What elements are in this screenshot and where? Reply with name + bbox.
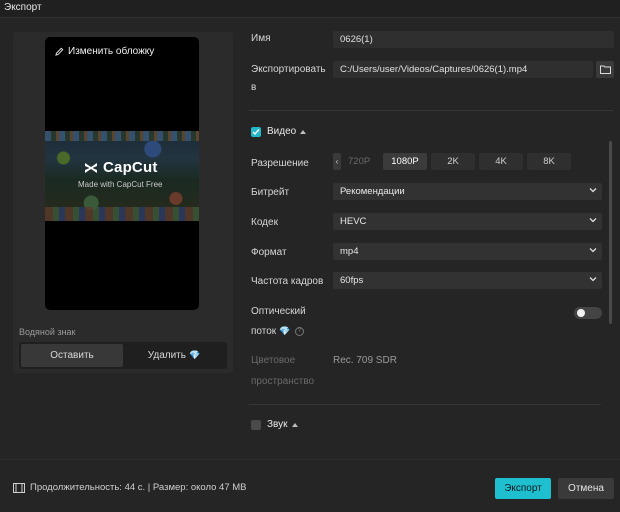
audio-section-title: Звук bbox=[267, 419, 288, 430]
window-title: Экспорт bbox=[4, 2, 42, 13]
capcut-logo-icon bbox=[85, 162, 97, 173]
divider-top bbox=[249, 110, 613, 111]
colorspace-label-line1: Цветовое bbox=[251, 355, 296, 366]
video-section-title: Видео bbox=[267, 126, 297, 137]
fps-value: 60fps bbox=[340, 275, 364, 286]
duration-size-text: Продолжительность: 44 с. | Размер: около… bbox=[30, 482, 247, 493]
optical-flow-label-text: поток bbox=[251, 326, 277, 337]
colorspace-value: Rec. 709 SDR bbox=[333, 355, 397, 366]
video-thumbnail: CapCut Made with CapCut Free bbox=[45, 131, 199, 221]
export-dialog: Изменить обложку CapCut Made with CapCut… bbox=[0, 17, 620, 512]
thumbnail-bottom-strip bbox=[45, 207, 199, 221]
export-to-label-line1: Экспортировать bbox=[251, 64, 326, 75]
change-cover-button[interactable]: Изменить обложку bbox=[55, 46, 154, 57]
premium-gem-icon: 💎 bbox=[278, 326, 291, 336]
chevron-down-icon bbox=[589, 218, 597, 223]
folder-icon bbox=[599, 65, 611, 74]
browse-folder-button[interactable] bbox=[596, 61, 614, 78]
resolution-selector: ‹ 720P 1080P 2K 4K 8K bbox=[333, 153, 571, 170]
resolution-4k[interactable]: 4K bbox=[479, 153, 523, 170]
watermark-toggle: Оставить Удалить 💎 bbox=[19, 342, 227, 369]
export-path-input[interactable]: C:/Users/user/Videos/Captures/0626(1).mp… bbox=[333, 61, 593, 78]
collapse-caret-icon bbox=[300, 129, 307, 134]
preview-panel: Изменить обложку CapCut Made with CapCut… bbox=[13, 32, 233, 373]
thumbnail-top-strip bbox=[45, 131, 199, 141]
info-icon[interactable]: ? bbox=[294, 326, 304, 336]
toggle-knob bbox=[577, 309, 585, 317]
film-icon bbox=[13, 482, 25, 493]
remove-watermark-label: Удалить bbox=[147, 350, 186, 361]
title-bar: Экспорт bbox=[0, 0, 620, 17]
collapse-caret-icon bbox=[291, 422, 298, 427]
capcut-watermark: CapCut bbox=[83, 159, 158, 176]
audio-section-header[interactable]: Звук bbox=[267, 419, 298, 430]
chevron-down-icon bbox=[589, 248, 597, 253]
divider-audio bbox=[249, 404, 601, 405]
codec-value: HEVC bbox=[340, 216, 367, 227]
resolution-720p[interactable]: 720P bbox=[345, 153, 379, 170]
check-icon bbox=[252, 129, 260, 136]
codec-label: Кодек bbox=[251, 217, 278, 228]
chevron-down-icon bbox=[589, 277, 597, 282]
colorspace-label-line2: пространство bbox=[251, 376, 315, 387]
video-section-header[interactable]: Видео bbox=[267, 126, 307, 137]
watermark-label: Водяной знак bbox=[19, 327, 76, 337]
optical-flow-label-line2: поток 💎 ? bbox=[251, 324, 304, 339]
export-to-label-line2: в bbox=[251, 82, 257, 93]
resolution-scroll-left-icon[interactable]: ‹ bbox=[333, 153, 341, 170]
premium-gem-icon: 💎 bbox=[188, 350, 201, 360]
optical-flow-toggle[interactable] bbox=[574, 307, 602, 319]
format-select[interactable]: mp4 bbox=[333, 243, 602, 260]
capcut-brand-name: CapCut bbox=[103, 159, 158, 176]
resolution-label: Разрешение bbox=[251, 158, 309, 169]
remove-watermark-button[interactable]: Удалить 💎 bbox=[123, 344, 225, 367]
fps-select[interactable]: 60fps bbox=[333, 272, 602, 289]
change-cover-label: Изменить обложку bbox=[68, 46, 155, 57]
settings-scrollbar[interactable] bbox=[609, 141, 612, 324]
export-button[interactable]: Экспорт bbox=[495, 478, 551, 499]
name-input[interactable]: 0626(1) bbox=[333, 31, 614, 48]
keep-watermark-button[interactable]: Оставить bbox=[21, 344, 123, 367]
resolution-2k[interactable]: 2K bbox=[431, 153, 475, 170]
resolution-8k[interactable]: 8K bbox=[527, 153, 571, 170]
fps-label: Частота кадров bbox=[251, 276, 324, 287]
cancel-button[interactable]: Отмена bbox=[558, 478, 614, 499]
optical-flow-label-line1: Оптический bbox=[251, 306, 306, 317]
video-preview: Изменить обложку CapCut Made with CapCut… bbox=[45, 37, 199, 310]
resolution-1080p[interactable]: 1080P bbox=[383, 153, 427, 170]
footer-info: Продолжительность: 44 с. | Размер: около… bbox=[13, 482, 247, 493]
format-label: Формат bbox=[251, 247, 287, 258]
format-value: mp4 bbox=[340, 246, 359, 257]
codec-select[interactable]: HEVC bbox=[333, 213, 602, 230]
capcut-brand-sub: Made with CapCut Free bbox=[78, 180, 163, 189]
chevron-down-icon bbox=[589, 188, 597, 193]
video-checkbox[interactable] bbox=[251, 127, 261, 137]
footer-separator bbox=[0, 459, 620, 460]
audio-checkbox[interactable] bbox=[251, 420, 261, 430]
name-label: Имя bbox=[251, 33, 271, 44]
edit-icon bbox=[55, 47, 64, 56]
bitrate-value: Рекомендации bbox=[340, 186, 405, 197]
bitrate-select[interactable]: Рекомендации bbox=[333, 183, 602, 200]
bitrate-label: Битрейт bbox=[251, 187, 290, 198]
